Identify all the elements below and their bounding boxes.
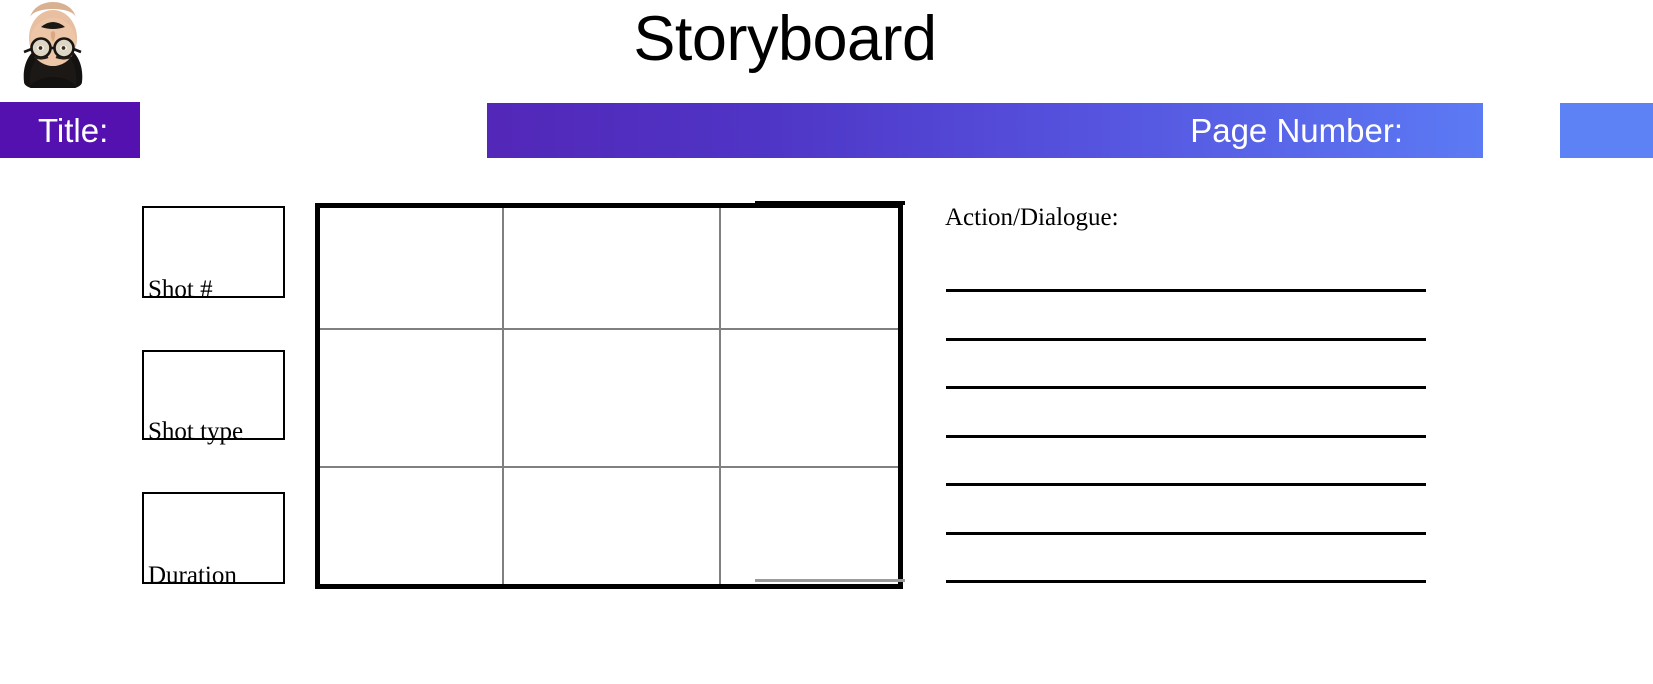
action-dialogue-line[interactable]	[946, 434, 1426, 438]
page-number-banner: Page Number:	[487, 103, 1483, 158]
grid-bottom-border-segment	[755, 579, 905, 582]
action-dialogue-line[interactable]	[946, 337, 1426, 341]
action-dialogue-label: Action/Dialogue:	[945, 204, 1119, 231]
storyboard-grid[interactable]	[315, 203, 903, 589]
grid-vertical-line-2	[719, 208, 721, 584]
action-dialogue-line[interactable]	[946, 580, 1426, 583]
duration-label: Duration	[148, 562, 237, 589]
action-dialogue-line[interactable]	[946, 483, 1426, 486]
action-dialogue-line[interactable]	[946, 386, 1426, 389]
grid-top-border-segment	[755, 201, 905, 205]
title-banner: Title:	[0, 102, 140, 158]
shot-type-label: Shot type	[148, 418, 244, 445]
banner-edge-accent	[1560, 103, 1653, 158]
page-number-label: Page Number:	[1190, 112, 1403, 149]
shot-number-label: Shot #	[148, 276, 213, 303]
action-dialogue-line[interactable]	[946, 531, 1426, 535]
grid-horizontal-line-2	[320, 466, 898, 468]
title-label: Title:	[38, 111, 109, 149]
shot-type-box[interactable]: Shot type	[142, 350, 285, 444]
shot-number-box[interactable]: Shot #	[142, 206, 285, 302]
duration-box[interactable]: Duration	[142, 492, 285, 588]
storyboard-grid-lines	[320, 208, 898, 584]
action-dialogue-line[interactable]	[946, 289, 1426, 292]
grid-vertical-line-1	[502, 208, 504, 584]
grid-horizontal-line-1	[320, 328, 898, 330]
page-title: Storyboard	[633, 4, 937, 74]
action-dialogue-lines[interactable]	[946, 289, 1426, 583]
